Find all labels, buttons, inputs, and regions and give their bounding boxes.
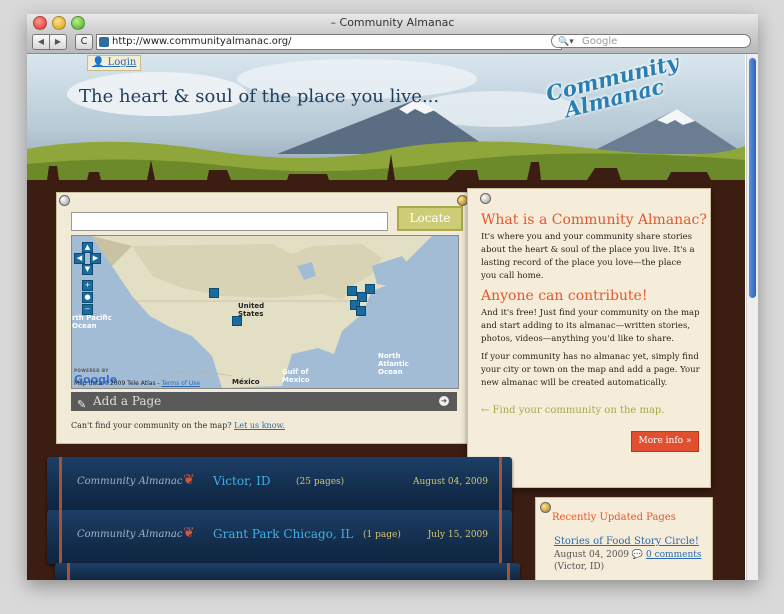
map-label-atlantic: North Atlantic Ocean	[378, 352, 409, 376]
window-title: – Community Almanac	[330, 16, 455, 29]
add-page-button[interactable]: ✎ Add a Page ➜	[71, 392, 457, 411]
nav-buttons: ◀ ▶	[32, 34, 67, 50]
user-icon: 👤	[92, 57, 108, 68]
recent-pages-panel: Recently Updated Pages Stories of Food S…	[535, 497, 713, 580]
page-content: 👤 Login The heart & soul of the place yo…	[27, 54, 745, 580]
zoom-slider-icon[interactable]: ●	[82, 292, 93, 303]
book-band	[507, 563, 510, 580]
page-count: (1 page)	[363, 530, 401, 540]
map-label-gulf: Gulf of Mexico	[282, 368, 310, 384]
terms-of-use-link[interactable]: Terms of Use	[162, 380, 200, 387]
browser-toolbar: ◀ ▶ C http://www.communityalmanac.org/ 🔍…	[27, 31, 758, 54]
forward-button[interactable]: ▶	[50, 34, 67, 50]
browser-search-placeholder: Google	[582, 36, 618, 47]
vertical-scrollbar[interactable]	[746, 54, 758, 580]
page-count: (25 pages)	[296, 477, 345, 487]
favicon-icon	[99, 37, 109, 47]
header-banner: 👤 Login The heart & soul of the place yo…	[27, 54, 745, 204]
login-link[interactable]: 👤 Login	[87, 55, 142, 71]
book-brand: Community Almanac	[77, 529, 183, 540]
almanac-book[interactable]: Community Almanac ❦ Grant Park Chicago, …	[47, 510, 512, 564]
almanac-marker-icon[interactable]	[209, 288, 219, 298]
back-button[interactable]: ◀	[32, 34, 50, 50]
pan-right-icon[interactable]: ▶	[90, 253, 101, 264]
almanac-date: August 04, 2009	[412, 477, 488, 487]
book-band	[59, 510, 62, 564]
pin-icon	[480, 193, 491, 204]
comments-link[interactable]: 0 comments	[646, 550, 701, 560]
contribute-heading: Anyone can contribute!	[481, 288, 648, 304]
contribute-text: And it's free! Just find your community …	[481, 308, 700, 344]
add-page-label: Add a Page	[93, 394, 162, 408]
address-text: http://www.communityalmanac.org/	[112, 36, 292, 47]
map-panel: Locate ▲ ◀ ▶ ▼ + ● − United States rth P…	[56, 192, 469, 444]
browser-window: – Community Almanac ◀ ▶ C http://www.com…	[27, 14, 758, 580]
almanac-place-link[interactable]: Victor, ID	[213, 474, 270, 488]
map-label-pacific: rth Pacific Ocean	[72, 314, 112, 330]
recent-story-meta: August 04, 2009 💬 0 comments	[554, 550, 702, 560]
pin-icon	[59, 195, 70, 206]
location-search-input[interactable]	[71, 211, 388, 231]
location-search: Locate	[71, 206, 463, 231]
window-controls	[33, 16, 85, 30]
book-brand: Community Almanac	[77, 476, 183, 487]
close-window-button[interactable]	[33, 16, 47, 30]
almanac-date: July 15, 2009	[427, 530, 488, 540]
scrollbar-thumb[interactable]	[749, 58, 756, 298]
recent-story-location: (Victor, ID)	[554, 562, 605, 572]
pan-down-icon[interactable]: ▼	[82, 264, 93, 275]
site-tagline: The heart & soul of the place you live..…	[79, 86, 440, 107]
interactive-map[interactable]: ▲ ◀ ▶ ▼ + ● − United States rth Pacific Oc…	[71, 235, 459, 389]
almanac-marker-icon[interactable]	[356, 306, 366, 316]
zoom-window-button[interactable]	[71, 16, 85, 30]
title-bar: – Community Almanac	[27, 14, 758, 31]
comment-icon: 💬	[631, 550, 644, 560]
book-band	[499, 457, 502, 511]
about-heading: What is a Community Almanac?	[481, 212, 707, 228]
swirl-icon: ❦	[183, 525, 195, 541]
new-almanac-text: If your community has no almanac yet, si…	[481, 352, 700, 388]
minimize-window-button[interactable]	[52, 16, 66, 30]
almanac-book[interactable]: Community Almanac ❦ Victor, ID (25 pages…	[47, 457, 512, 511]
browser-search-field[interactable]: 🔍▾ Google	[551, 34, 751, 48]
almanac-place-link[interactable]: Grant Park Chicago, IL	[213, 527, 353, 541]
address-bar[interactable]: http://www.communityalmanac.org/	[96, 34, 562, 50]
almanac-book-partial[interactable]	[55, 563, 520, 580]
pencil-icon: ✎	[77, 398, 87, 411]
almanac-marker-icon[interactable]	[347, 286, 357, 296]
recent-story-link[interactable]: Stories of Food Story Circle!	[554, 536, 699, 547]
pan-left-icon[interactable]: ◀	[74, 253, 85, 264]
swirl-icon: ❦	[183, 472, 195, 488]
about-text: It's where you and your community share …	[481, 232, 695, 281]
zoom-in-icon[interactable]: +	[82, 280, 93, 291]
book-band	[59, 457, 62, 511]
pan-up-icon[interactable]: ▲	[82, 242, 93, 253]
search-icon: 🔍▾	[558, 37, 574, 47]
cant-find-note: Can't find your community on the map? Le…	[71, 421, 285, 430]
map-label-us: United States	[238, 302, 265, 318]
map-label-mexico: México	[232, 378, 260, 386]
let-us-know-link[interactable]: Let us know.	[234, 421, 285, 430]
recent-heading: Recently Updated Pages	[552, 512, 676, 523]
map-attribution: Map data ©2009 Tele Atlas - Terms of Use	[74, 380, 201, 387]
find-community-hint: ← Find your community on the map.	[481, 405, 665, 416]
pin-icon	[540, 502, 551, 513]
about-panel: What is a Community Almanac? It's where …	[467, 188, 711, 488]
almanac-marker-icon[interactable]	[365, 284, 375, 294]
login-label: Login	[107, 57, 137, 68]
more-info-button[interactable]: More info »	[631, 431, 699, 452]
locate-button[interactable]: Locate	[397, 206, 463, 231]
book-band	[67, 563, 70, 580]
arrow-right-icon: ➜	[439, 396, 449, 406]
book-band	[499, 510, 502, 564]
reload-button[interactable]: C	[75, 34, 93, 50]
